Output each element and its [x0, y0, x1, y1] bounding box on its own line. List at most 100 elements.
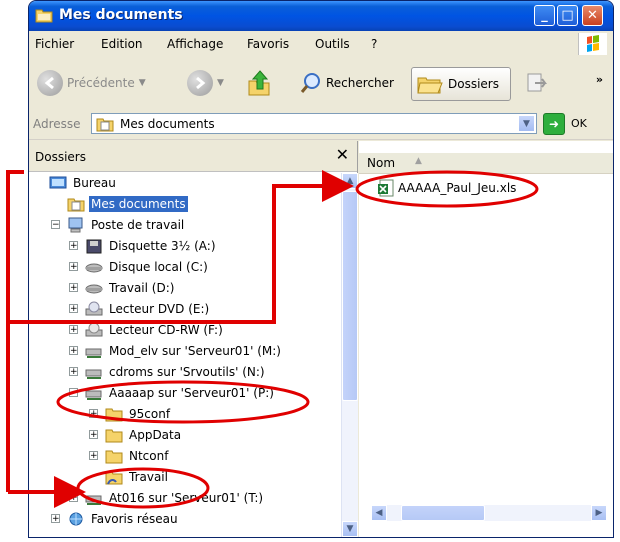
expand-icon[interactable]: +: [89, 430, 98, 440]
tree-item[interactable]: + Travail (D:): [69, 278, 176, 298]
search-button[interactable]: Rechercher: [299, 71, 394, 95]
tree-vertical-scrollbar[interactable]: ▲ ▼: [341, 173, 358, 537]
menu-fichier[interactable]: Fichier: [35, 37, 74, 51]
shared-folder-icon: [105, 471, 123, 485]
scroll-left-icon[interactable]: ◀: [371, 505, 387, 521]
expand-icon[interactable]: +: [51, 514, 60, 524]
my-documents-icon: [67, 198, 85, 212]
tree-item[interactable]: Travail: [105, 467, 170, 487]
files-horizontal-scrollbar[interactable]: ◀ ▶: [371, 505, 607, 521]
expand-icon[interactable]: +: [69, 325, 78, 335]
menu-edition[interactable]: Edition: [101, 37, 143, 51]
scroll-right-icon[interactable]: ▶: [591, 505, 607, 521]
dvd-drive-icon: [85, 301, 103, 316]
tree-item-label: Aaaaap sur 'Serveur01' (P:): [109, 386, 274, 400]
folder-icon: [105, 408, 123, 422]
folder-icon: [105, 429, 123, 443]
expand-icon[interactable]: +: [69, 262, 78, 272]
file-item[interactable]: AAAAA_Paul_Jeu.xls: [377, 179, 516, 197]
network-drive-icon: [85, 495, 102, 505]
tree-item[interactable]: + Mod_elv sur 'Serveur01' (M:): [69, 341, 283, 361]
close-button[interactable]: ✕: [582, 5, 603, 26]
tree-item[interactable]: + AppData: [89, 425, 183, 445]
up-folder-icon: [248, 70, 270, 96]
tree-item[interactable]: − Aaaaap sur 'Serveur01' (P:): [69, 383, 276, 403]
tree-item[interactable]: + Disque local (C:): [69, 257, 210, 277]
address-field[interactable]: Mes documents ▼: [91, 113, 537, 134]
search-label: Rechercher: [326, 76, 394, 90]
tree-item[interactable]: + Lecteur DVD (E:): [69, 299, 211, 319]
explorer-window: Mes documents _ □ ✕ Fichier Edition Affi…: [28, 0, 614, 538]
tree-item[interactable]: + Favoris réseau: [51, 509, 180, 529]
forward-dropdown-icon: ▼: [217, 78, 224, 88]
expand-icon[interactable]: +: [69, 493, 78, 503]
expand-icon[interactable]: +: [89, 451, 98, 461]
files-column-header: Nom ▲: [359, 153, 613, 174]
column-name-header[interactable]: Nom: [367, 156, 395, 170]
address-value: Mes documents: [120, 117, 215, 131]
back-dropdown-icon: ▼: [138, 78, 146, 88]
tree-item[interactable]: Bureau: [49, 173, 118, 193]
move-to-button[interactable]: [525, 71, 549, 95]
go-label[interactable]: OK: [571, 117, 587, 130]
expand-icon[interactable]: +: [89, 409, 98, 419]
toolbar: Précédente ▼ ▼ Rechercher Dossiers »: [29, 57, 613, 110]
menu-bar: Fichier Edition Affichage Favoris Outils…: [29, 31, 613, 58]
move-to-icon: [527, 73, 547, 92]
menu-help[interactable]: ?: [371, 37, 377, 51]
folder-icon: [35, 9, 53, 23]
back-arrow-icon: [37, 70, 63, 96]
address-dropdown-icon[interactable]: ▼: [518, 115, 535, 132]
tree-item-label: Poste de travail: [91, 218, 185, 232]
expand-icon[interactable]: +: [69, 367, 78, 377]
menu-outils[interactable]: Outils: [315, 37, 350, 51]
scroll-up-icon[interactable]: ▲: [342, 173, 358, 189]
tree-item-label: Lecteur CD-RW (F:): [109, 323, 223, 337]
tree-item-label: Mod_elv sur 'Serveur01' (M:): [109, 344, 281, 358]
tree-item[interactable]: +95conf: [89, 404, 172, 424]
tree-item-label: Travail: [129, 470, 168, 484]
tree-item[interactable]: − Poste de travail: [51, 215, 186, 235]
collapse-icon[interactable]: −: [69, 388, 78, 398]
tree-item[interactable]: + Disquette 3½ (A:): [69, 236, 218, 256]
network-places-icon: [69, 512, 83, 526]
folders-pane-header: Dossiers ✕: [29, 141, 357, 172]
tree-item-label: At016 sur 'Serveur01' (T:): [109, 491, 264, 505]
expand-icon[interactable]: +: [69, 304, 78, 314]
folders-button[interactable]: Dossiers: [411, 67, 511, 101]
tree-item[interactable]: + At016 sur 'Serveur01' (T:): [69, 488, 265, 508]
address-label: Adresse: [33, 117, 81, 131]
back-label: Précédente: [67, 76, 135, 90]
minimize-button[interactable]: _: [534, 5, 555, 26]
close-pane-icon[interactable]: ✕: [336, 145, 349, 164]
scroll-down-icon[interactable]: ▼: [342, 521, 358, 537]
expand-icon[interactable]: +: [69, 241, 78, 251]
files-scroll-thumb[interactable]: [401, 505, 485, 521]
expand-icon[interactable]: +: [69, 346, 78, 356]
go-arrow-icon[interactable]: ➜: [543, 113, 565, 135]
tree-scroll-thumb[interactable]: [342, 191, 358, 401]
tree-item-label: Disquette 3½ (A:): [109, 239, 216, 253]
back-button[interactable]: Précédente ▼: [37, 70, 146, 96]
menu-affichage[interactable]: Affichage: [167, 37, 223, 51]
forward-button[interactable]: ▼: [187, 70, 224, 96]
maximize-button[interactable]: □: [557, 5, 578, 26]
tree-item[interactable]: + Lecteur CD-RW (F:): [69, 320, 225, 340]
collapse-icon[interactable]: −: [51, 220, 60, 230]
hard-disk-icon: [85, 263, 103, 273]
tree-item-label: Bureau: [73, 176, 116, 190]
tree-item[interactable]: + cdroms sur 'Srvoutils' (N:): [69, 362, 267, 382]
forward-arrow-icon: [187, 70, 213, 96]
up-folder-button[interactable]: [247, 69, 273, 97]
folder-tree: Bureau Mes documents − Poste de travail + Dis…: [29, 173, 339, 537]
tree-item-label: 95conf: [129, 407, 171, 421]
windows-logo-icon: [578, 33, 607, 55]
tree-item[interactable]: Mes documents: [67, 194, 188, 214]
toolbar-more-chevron[interactable]: »: [596, 73, 603, 86]
title-bar[interactable]: Mes documents _ □ ✕: [29, 1, 613, 31]
window-title: Mes documents: [59, 7, 183, 23]
menu-favoris[interactable]: Favoris: [247, 37, 289, 51]
tree-item[interactable]: + Ntconf: [89, 446, 170, 466]
files-pane: Nom ▲ AAAAA_Paul_Jeu.xls ◀ ▶: [359, 141, 613, 537]
expand-icon[interactable]: +: [69, 283, 78, 293]
